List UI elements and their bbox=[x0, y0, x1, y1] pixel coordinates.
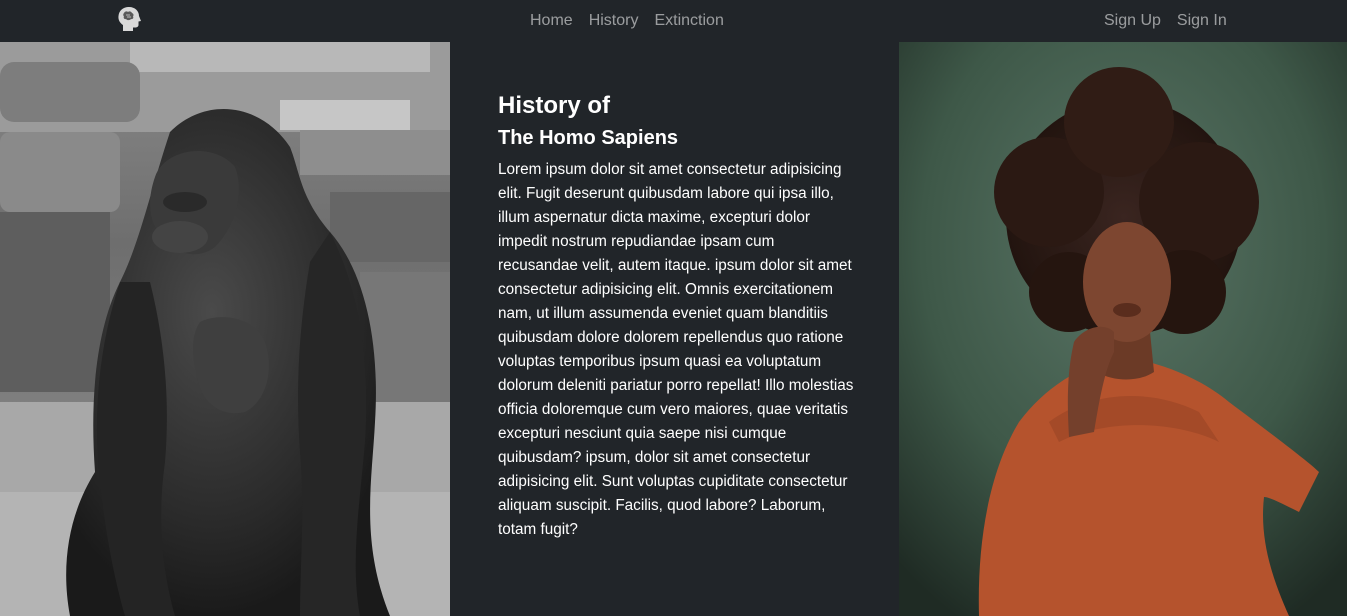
history-content: History of The Homo Sapiens Lorem ipsum … bbox=[498, 90, 858, 542]
section-paragraph: Lorem ipsum dolor sit amet consectetur a… bbox=[498, 161, 854, 538]
auth-nav: Sign Up Sign In bbox=[1096, 0, 1235, 42]
gorilla-image bbox=[0, 42, 450, 616]
main-nav: Home History Extinction bbox=[522, 0, 732, 42]
sign-in-link[interactable]: Sign In bbox=[1169, 0, 1235, 42]
nav-extinction[interactable]: Extinction bbox=[646, 0, 731, 42]
navbar: Home History Extinction Sign Up Sign In bbox=[0, 0, 1347, 42]
gorilla-photo bbox=[0, 42, 450, 616]
sign-up-link[interactable]: Sign Up bbox=[1096, 0, 1169, 42]
section-subtitle: The Homo Sapiens bbox=[498, 127, 679, 149]
section-title: History of bbox=[498, 92, 611, 119]
portrait-image bbox=[899, 42, 1347, 616]
nav-history[interactable]: History bbox=[581, 0, 647, 42]
nav-home[interactable]: Home bbox=[522, 0, 581, 42]
man-portrait-photo bbox=[899, 42, 1347, 616]
history-section: History of The Homo Sapiens Lorem ipsum … bbox=[450, 42, 899, 616]
brand-logo[interactable] bbox=[114, 4, 144, 34]
head-profile-icon bbox=[118, 7, 141, 31]
